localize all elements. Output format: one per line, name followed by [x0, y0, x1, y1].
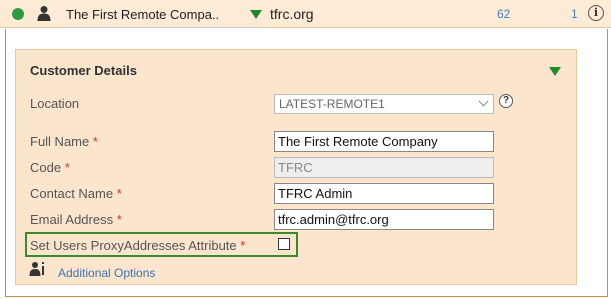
full-name-label: Full Name * — [30, 134, 98, 149]
proxy-addresses-checkbox[interactable] — [278, 238, 290, 250]
additional-options-link[interactable]: Additional Options — [58, 266, 155, 280]
chevron-down-icon — [478, 96, 489, 107]
location-label: Location — [30, 96, 80, 111]
required-marker: * — [92, 134, 98, 149]
status-dot-icon — [12, 8, 24, 20]
help-icon[interactable]: ? — [499, 94, 513, 108]
code-label: Code * — [30, 160, 70, 175]
contact-name-label: Contact Name * — [30, 186, 122, 201]
contact-name-field[interactable]: TFRC Admin — [274, 183, 494, 204]
full-name-field[interactable]: The First Remote Company — [274, 131, 494, 152]
count-link[interactable]: 62 — [497, 7, 510, 21]
user-options-icon — [29, 261, 49, 277]
required-marker: * — [116, 186, 122, 201]
location-value: LATEST-REMOTE1 — [279, 97, 385, 111]
required-marker: * — [64, 160, 70, 175]
domain-text: tfrc.org — [270, 6, 314, 22]
expand-triangle-icon[interactable] — [250, 10, 262, 19]
entity-header-row: The First Remote Compa.. tfrc.org 62 1 i — [0, 0, 611, 28]
collapse-triangle-icon[interactable] — [549, 67, 561, 76]
email-address-label: Email Address * — [30, 212, 122, 227]
location-select[interactable]: LATEST-REMOTE1 — [274, 94, 494, 114]
name-underline — [64, 27, 264, 28]
secondary-count-link[interactable]: 1 — [571, 7, 578, 21]
panel-title: Customer Details — [30, 63, 137, 78]
entity-name[interactable]: The First Remote Compa.. — [66, 7, 219, 22]
required-marker: * — [240, 238, 246, 253]
info-icon[interactable]: i — [588, 5, 604, 21]
code-field: TFRC — [274, 157, 494, 178]
person-icon — [37, 5, 51, 21]
proxy-addresses-label: Set Users ProxyAddresses Attribute * — [30, 238, 246, 253]
email-address-field[interactable]: tfrc.admin@tfrc.org — [274, 209, 494, 230]
required-marker: * — [116, 212, 122, 227]
